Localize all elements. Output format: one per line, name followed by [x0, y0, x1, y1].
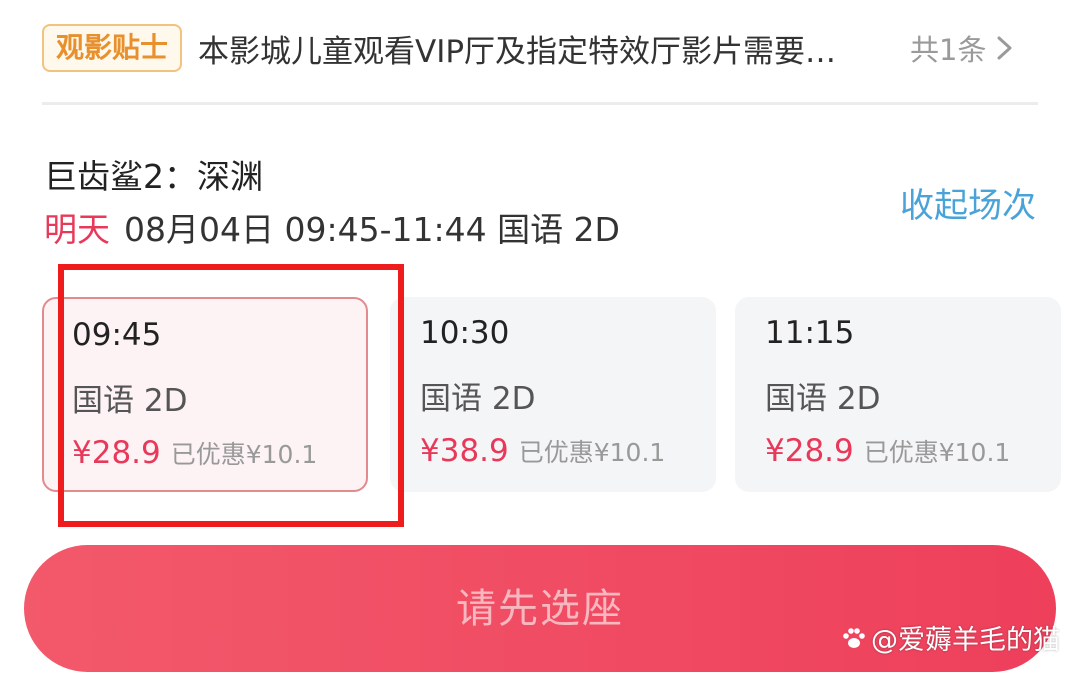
- showtime-price: ¥38.9: [420, 433, 509, 469]
- watermark-text: @爱薅羊毛的猫: [871, 625, 1060, 656]
- showtime-price: ¥28.9: [765, 433, 854, 469]
- showtime-language: 国语 2D: [765, 381, 881, 417]
- tips-notice-bar[interactable]: 观影贴士 本影城儿童观看VIP厅及指定特效厅影片需要… 共1条: [42, 20, 1038, 76]
- showtime-discount: 已优惠¥10.1: [170, 440, 318, 469]
- showtime-time: 10:30: [420, 315, 510, 351]
- showtime-selection-panel: 观影贴士 本影城儿童观看VIP厅及指定特效厅影片需要… 共1条 巨齿鲨2：深渊 …: [0, 0, 1080, 676]
- tips-tag: 观影贴士: [42, 24, 183, 72]
- showtime-discount: 已优惠¥10.1: [863, 438, 1011, 467]
- tips-count: 共1条: [910, 33, 987, 67]
- tips-text: 本影城儿童观看VIP厅及指定特效厅影片需要…: [198, 33, 837, 70]
- day-label: 明天: [44, 210, 110, 249]
- showtime-card-0945[interactable]: 09:45 国语 2D ¥28.9 已优惠¥10.1: [42, 297, 368, 492]
- session-info: 明天 08月04日 09:45-11:44 国语 2D: [44, 203, 620, 251]
- showtime-language: 国语 2D: [72, 383, 188, 419]
- paw-icon: [843, 627, 865, 648]
- showtime-time: 11:15: [765, 315, 855, 351]
- collapse-sessions-link[interactable]: 收起场次: [900, 178, 1036, 227]
- chevron-right-icon: [997, 36, 1012, 60]
- showtime-card-1030[interactable]: 10:30 国语 2D ¥38.9 已优惠¥10.1: [390, 297, 716, 492]
- movie-title: 巨齿鲨2：深渊: [44, 157, 263, 196]
- showtime-card-1115[interactable]: 11:15 国语 2D ¥28.9 已优惠¥10.1: [735, 297, 1061, 492]
- showtime-time: 09:45: [72, 317, 162, 353]
- showtime-price-row: ¥28.9 已优惠¥10.1: [765, 433, 1010, 469]
- watermark: @爱薅羊毛的猫: [841, 618, 1060, 657]
- showtime-price-row: ¥28.9 已优惠¥10.1: [72, 435, 317, 471]
- session-detail: 08月04日 09:45-11:44 国语 2D: [124, 210, 620, 249]
- divider: [42, 102, 1038, 105]
- showtime-price-row: ¥38.9 已优惠¥10.1: [420, 433, 665, 469]
- showtime-language: 国语 2D: [420, 381, 536, 417]
- showtime-discount: 已优惠¥10.1: [518, 438, 666, 467]
- showtime-price: ¥28.9: [72, 435, 161, 471]
